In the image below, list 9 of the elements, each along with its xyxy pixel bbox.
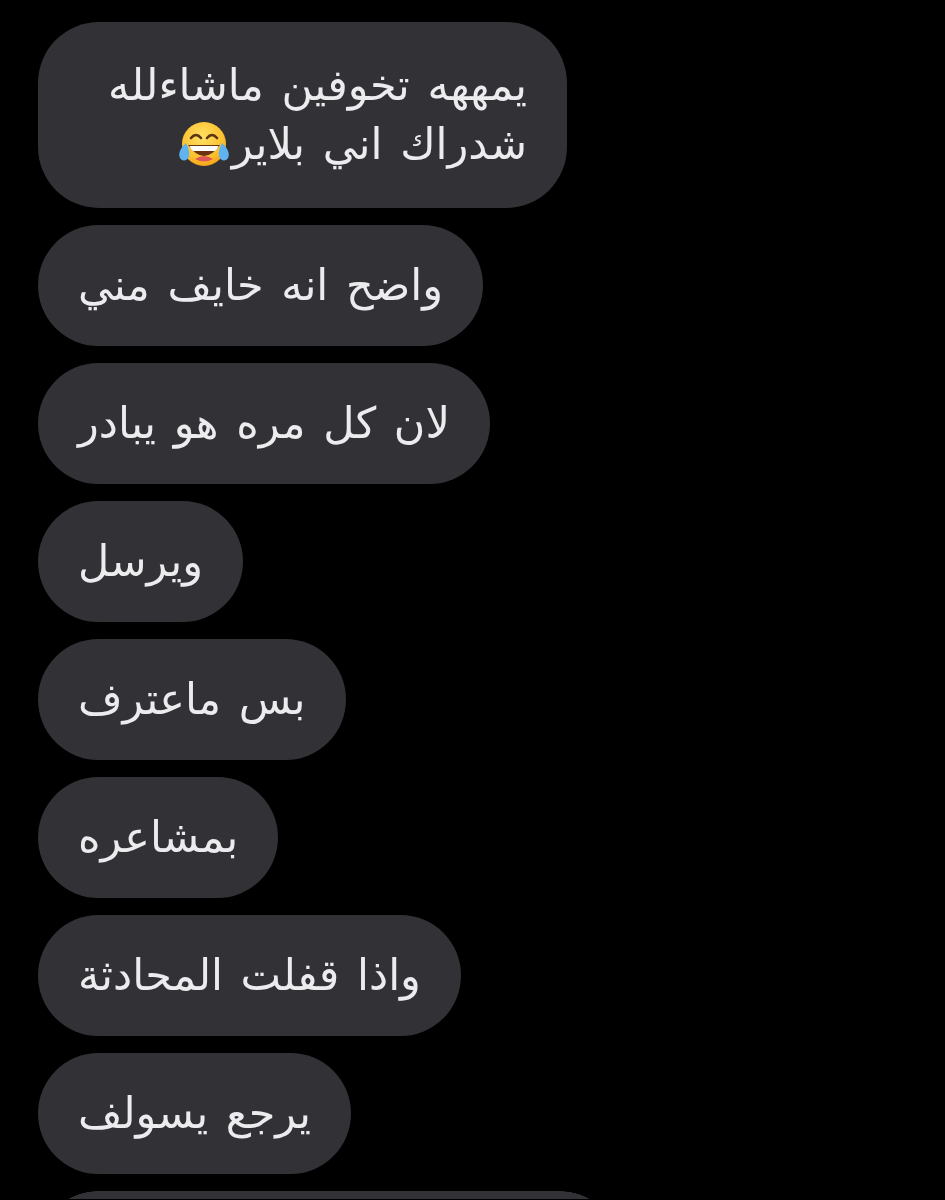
message-text: ويرسل bbox=[78, 535, 204, 589]
message-text: بمشاعره bbox=[78, 811, 239, 865]
message-text: يرجع يسولف bbox=[78, 1087, 311, 1141]
message-text: شدراك اني بلاير bbox=[231, 118, 527, 172]
message-text: لان كل مره هو يبادر bbox=[78, 397, 450, 451]
message-text: بس ماعترف bbox=[78, 673, 306, 727]
message-text: يمههه تخوفين ماشاءلله bbox=[108, 59, 527, 113]
message-text: واذا قفلت المحادثة bbox=[78, 949, 421, 1003]
message-text: واضح انه خايف مني bbox=[78, 259, 443, 313]
